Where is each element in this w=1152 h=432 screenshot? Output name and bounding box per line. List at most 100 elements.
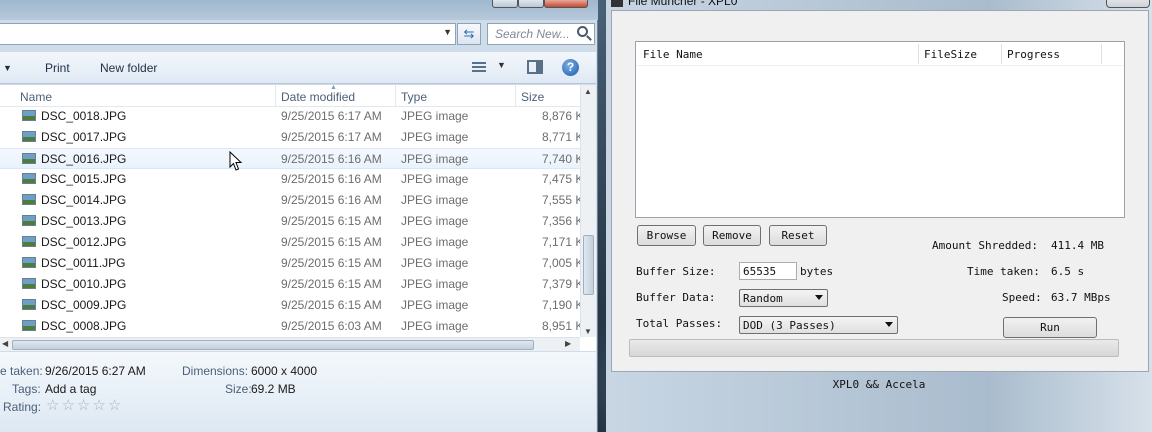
refresh-button[interactable]: ⇆	[457, 23, 481, 45]
file-type: JPEG image	[401, 152, 469, 166]
file-row[interactable]: DSC_0009.JPG 9/25/2015 6:15 AM JPEG image 7…	[0, 295, 583, 316]
file-date: 9/25/2015 6:16 AM	[281, 193, 382, 207]
chevron-down-icon[interactable]: ▼	[443, 27, 452, 37]
search-placeholder: Search New...	[495, 27, 570, 41]
vertical-scrollbar[interactable]: ▲ ▼	[580, 85, 596, 337]
chevron-down-icon[interactable]: ▼	[497, 60, 506, 70]
file-name: DSC_0010.JPG	[41, 277, 127, 291]
vertical-scroll-thumb[interactable]	[583, 235, 594, 295]
file-size: 7,740 K	[542, 152, 584, 166]
file-row[interactable]: DSC_0016.JPG 9/25/2015 6:16 AM JPEG image 7…	[0, 148, 584, 169]
search-input[interactable]: Search New...	[487, 23, 595, 45]
image-file-icon	[22, 215, 36, 226]
scroll-down-icon[interactable]: ▼	[584, 327, 592, 336]
file-size: 7,475 K	[542, 172, 584, 186]
column-divider[interactable]	[515, 85, 516, 107]
file-muncher-client-area: File Name FileSize Progress Browse Remov…	[611, 10, 1149, 372]
column-divider[interactable]	[1101, 44, 1102, 64]
file-name: DSC_0008.JPG	[41, 319, 127, 333]
time-taken-value: 6.5 s	[1051, 265, 1085, 278]
speed-label: Speed:	[1002, 291, 1042, 304]
remove-button[interactable]: Remove	[703, 225, 761, 246]
file-type: JPEG image	[401, 256, 469, 270]
scroll-left-icon[interactable]: ◀	[2, 339, 8, 348]
column-header-filesize[interactable]: FileSize	[924, 48, 977, 61]
column-divider[interactable]	[395, 85, 396, 107]
file-row[interactable]: DSC_0010.JPG 9/25/2015 6:15 AM JPEG image 7…	[0, 274, 583, 295]
explorer-window: ▼ ⇆ Search New... ▼ Print New folder ▼ ?…	[0, 0, 598, 432]
run-button[interactable]: Run	[1003, 317, 1097, 338]
file-table[interactable]: File Name FileSize Progress	[635, 41, 1125, 218]
horizontal-scroll-thumb[interactable]	[12, 340, 534, 350]
star-icon[interactable]: ☆	[108, 398, 121, 413]
close-button[interactable]	[1106, 0, 1150, 8]
star-icon[interactable]: ☆	[61, 398, 74, 413]
date-taken-label: e taken:	[0, 364, 43, 378]
column-header-type[interactable]: Type	[401, 90, 427, 104]
file-row[interactable]: DSC_0014.JPG 9/25/2015 6:16 AM JPEG image 7…	[0, 190, 584, 211]
tags-value[interactable]: Add a tag	[45, 382, 96, 396]
print-button[interactable]: Print	[45, 61, 70, 75]
command-bar: ▼ Print New folder ▼ ?	[0, 52, 596, 84]
close-button[interactable]	[544, 0, 588, 8]
file-row[interactable]: DSC_0018.JPG 9/25/2015 6:17 AM JPEG image 8…	[0, 106, 584, 127]
file-row[interactable]: DSC_0008.JPG 9/25/2015 6:03 AM JPEG image 8…	[0, 316, 583, 337]
minimize-button[interactable]	[492, 0, 518, 8]
column-header-file-name[interactable]: File Name	[643, 48, 703, 61]
column-header-progress[interactable]: Progress	[1007, 48, 1060, 61]
file-size: 7,356 K	[542, 214, 584, 228]
browse-button[interactable]: Browse	[637, 225, 696, 246]
file-name: DSC_0015.JPG	[41, 172, 127, 186]
scroll-right-icon[interactable]: ▶	[565, 339, 571, 348]
date-taken-value[interactable]: 9/26/2015 6:27 AM	[45, 364, 146, 378]
address-bar[interactable]: ▼	[0, 23, 456, 45]
star-icon[interactable]: ☆	[92, 398, 105, 413]
file-name: DSC_0017.JPG	[41, 130, 127, 144]
size-value: 69.2 MB	[251, 382, 296, 396]
size-label: Size:	[225, 382, 252, 396]
scroll-up-icon[interactable]: ▲	[584, 87, 592, 96]
file-type: JPEG image	[401, 277, 469, 291]
buffer-size-unit: bytes	[800, 265, 834, 278]
column-divider[interactable]	[1001, 44, 1002, 64]
buffer-size-input[interactable]: 65535	[739, 262, 797, 280]
mouse-cursor-icon	[229, 151, 243, 171]
file-name: DSC_0012.JPG	[41, 235, 127, 249]
file-type: JPEG image	[401, 130, 469, 144]
chevron-down-icon[interactable]: ▼	[3, 63, 12, 73]
horizontal-scrollbar[interactable]: ◀ ▶	[0, 337, 580, 351]
buffer-data-select[interactable]: Random	[739, 289, 828, 307]
rating-stars[interactable]: ☆ ☆ ☆ ☆ ☆	[46, 398, 121, 413]
file-type: JPEG image	[401, 109, 469, 123]
reset-button[interactable]: Reset	[769, 225, 827, 246]
star-icon[interactable]: ☆	[46, 398, 59, 413]
column-divider[interactable]	[275, 85, 276, 107]
preview-pane-icon[interactable]	[527, 60, 543, 74]
column-divider[interactable]	[918, 44, 919, 64]
column-header-size[interactable]: Size	[521, 90, 544, 104]
total-passes-select[interactable]: DOD (3 Passes)	[739, 316, 898, 334]
file-size: 8,876 K	[542, 109, 584, 123]
maximize-button[interactable]	[518, 0, 544, 8]
file-row[interactable]: DSC_0017.JPG 9/25/2015 6:17 AM JPEG image 8…	[0, 127, 583, 148]
column-header-name[interactable]: Name	[20, 90, 52, 104]
file-date: 9/25/2015 6:15 AM	[281, 214, 382, 228]
views-icon[interactable]	[472, 62, 486, 73]
new-folder-button[interactable]: New folder	[100, 61, 157, 75]
star-icon[interactable]: ☆	[77, 398, 90, 413]
image-file-icon	[22, 236, 36, 247]
file-row[interactable]: DSC_0011.JPG 9/25/2015 6:15 AM JPEG image 7…	[0, 253, 583, 274]
buffer-size-label: Buffer Size:	[636, 265, 716, 278]
file-row[interactable]: DSC_0012.JPG 9/25/2015 6:15 AM JPEG image 7…	[0, 232, 583, 253]
help-icon[interactable]: ?	[562, 59, 579, 76]
chevron-down-icon	[885, 322, 893, 327]
file-row[interactable]: DSC_0015.JPG 9/25/2015 6:16 AM JPEG image 7…	[0, 169, 584, 190]
speed-value: 63.7 MBps	[1051, 291, 1111, 304]
file-row[interactable]: DSC_0013.JPG 9/25/2015 6:15 AM JPEG image 7…	[0, 211, 584, 232]
amount-shredded-value: 411.4 MB	[1051, 239, 1104, 252]
image-file-icon	[22, 320, 36, 331]
file-date: 9/25/2015 6:15 AM	[281, 235, 382, 249]
search-icon[interactable]	[577, 26, 588, 37]
file-size: 7,555 K	[542, 193, 584, 207]
column-header-date[interactable]: Date modified	[281, 90, 355, 104]
